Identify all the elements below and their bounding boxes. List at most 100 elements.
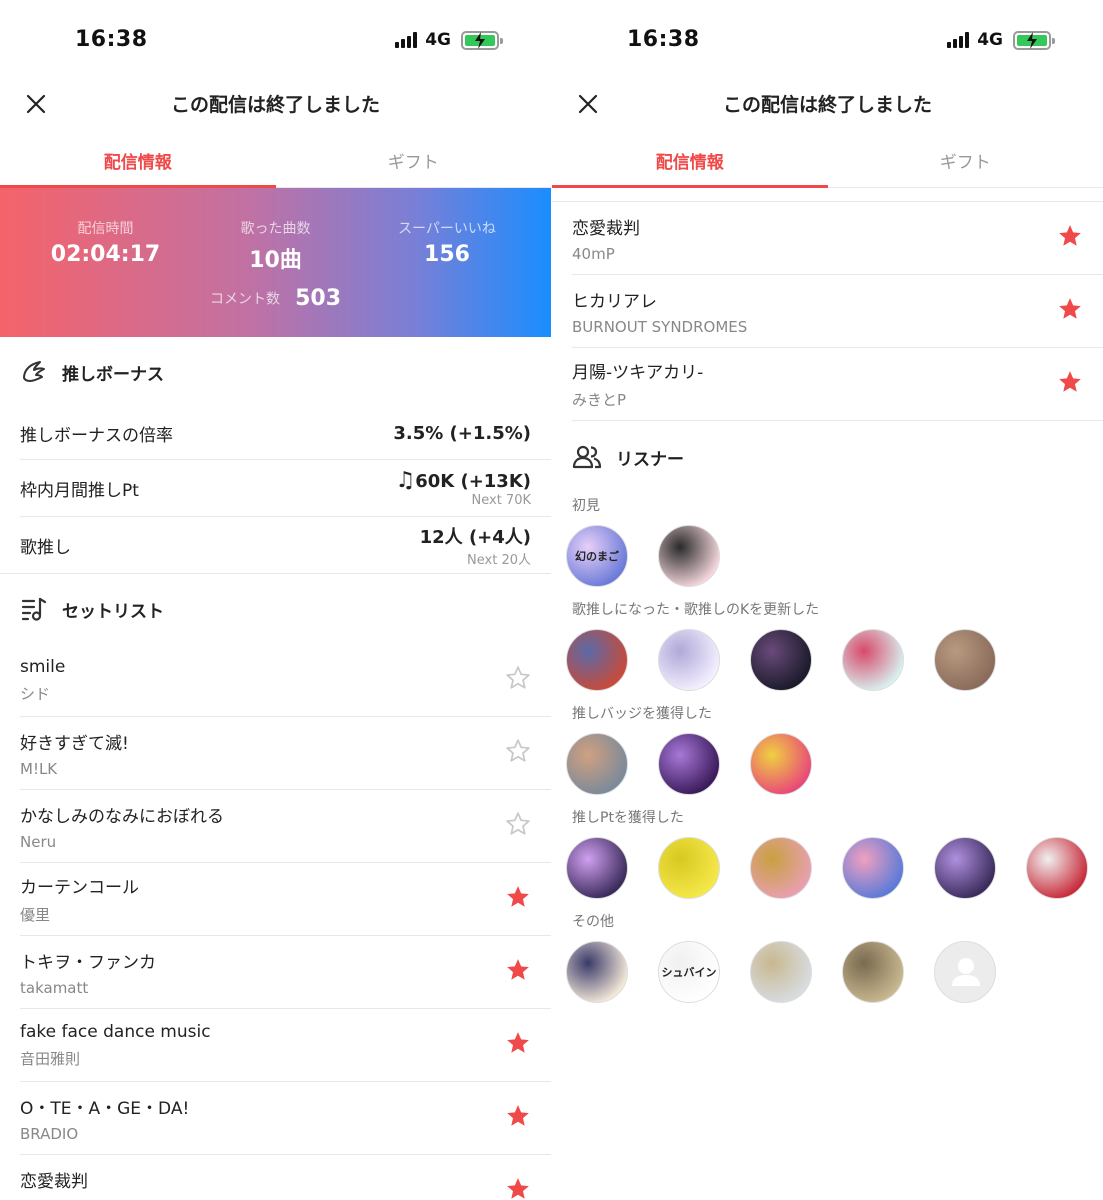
song-row: カーテンコール 優里 (20, 863, 551, 936)
favorite-star-icon[interactable] (505, 738, 531, 768)
stats-banner: 配信時間 02:04:17 歌った曲数 10曲 スーパーいいね 156 コメント… (0, 188, 551, 337)
setlist-section-header: セットリスト (0, 574, 551, 644)
song-artist: Neru (20, 832, 57, 851)
song-title: smile (20, 656, 66, 677)
bonus-rate-row: 推しボーナスの倍率 3.5% (+1.5%) (20, 407, 551, 460)
listener-avatar[interactable] (750, 837, 812, 899)
listener-avatar[interactable] (1026, 837, 1088, 899)
song-info: カーテンコール 優里 (20, 873, 139, 925)
stat-super-likes: スーパーいいね 156 (382, 218, 512, 267)
listener-avatar[interactable] (566, 733, 628, 795)
monthly-pt-value: 60K (+13K) (415, 471, 531, 492)
song-row: トキヲ・ファンカ takamatt (20, 936, 551, 1009)
song-title: かなしみのなみにおぼれる (20, 806, 224, 827)
song-info: 好きすぎて滅! M!LK (20, 729, 129, 778)
listener-avatar[interactable] (566, 837, 628, 899)
listener-avatar[interactable] (658, 525, 720, 587)
tab-stream-info[interactable]: 配信情報 (552, 130, 828, 188)
listener-avatar[interactable] (934, 837, 996, 899)
listener-avatar[interactable] (750, 941, 812, 1003)
stat-duration-value: 02:04:17 (50, 242, 161, 267)
listener-avatar[interactable] (658, 733, 720, 795)
listener-avatar[interactable] (842, 629, 904, 691)
battery-icon (461, 30, 503, 50)
listener-avatar[interactable] (658, 837, 720, 899)
users-icon (572, 445, 602, 469)
bonus-section-title: 推しボーナス (62, 364, 164, 385)
song-artist: 優里 (20, 906, 51, 924)
monthly-pt-value-wrap: ♫60K (+13K) (395, 468, 531, 493)
song-row: かなしみのなみにおぼれる Neru (20, 790, 551, 863)
song-info: smile シド (20, 657, 65, 704)
avatar-row (552, 629, 1103, 691)
stat-duration: 配信時間 02:04:17 (48, 218, 163, 267)
avatar-row (552, 837, 1103, 899)
status-time: 16:38 (627, 27, 700, 52)
listener-avatar[interactable] (658, 629, 720, 691)
song-artist: シド (20, 684, 51, 703)
song-title: fake face dance music (20, 1021, 211, 1042)
avatar-row: シュバイン (552, 941, 1103, 1003)
list-top-divider (552, 188, 1103, 202)
bonus-rate-label: 推しボーナスの倍率 (20, 425, 173, 446)
monthly-pt-row: 枠内月間推しPt ♫60K (+13K) Next 70K (20, 460, 551, 517)
network-type: 4G (977, 30, 1003, 50)
tab-gifts[interactable]: ギフト (828, 130, 1103, 187)
tab-bar: 配信情報 ギフト (552, 130, 1103, 188)
listener-group-label: 推しPtを獲得した (572, 810, 684, 826)
song-title: 月陽-ツキアカリ- (572, 363, 704, 383)
favorite-star-icon[interactable] (1057, 296, 1083, 326)
tab-stream-info[interactable]: 配信情報 (0, 130, 276, 188)
favorite-star-icon[interactable] (505, 1176, 531, 1200)
song-info: 恋愛裁判40mP (20, 1167, 88, 1200)
bonus-rate-value: 3.5% (+1.5%) (393, 422, 531, 444)
listener-avatar[interactable] (934, 941, 996, 1003)
page-title: この配信は終了しました (722, 94, 932, 116)
favorite-star-icon[interactable] (505, 957, 531, 987)
stat-super-likes-label: スーパーいいね (398, 221, 496, 237)
status-time: 16:38 (75, 27, 148, 52)
listener-groups: 初見 幻のまご 歌推しになった・歌推しのKを更新した 推しバッジを獲得した 推しPtを獲… (552, 495, 1103, 1003)
song-artist: takamatt (20, 978, 89, 997)
stat-comments-value: 503 (295, 286, 342, 311)
favorite-star-icon[interactable] (505, 1103, 531, 1133)
monthly-pt-label: 枠内月間推しPt (20, 480, 139, 501)
favorite-star-icon[interactable] (1057, 223, 1083, 253)
stat-songs: 歌った曲数 10曲 (218, 218, 333, 274)
favorite-star-icon[interactable] (505, 665, 531, 695)
listener-avatar[interactable]: シュバイン (658, 941, 720, 1003)
listener-avatar[interactable] (842, 941, 904, 1003)
listener-avatar[interactable] (566, 941, 628, 1003)
song-info: かなしみのなみにおぼれる Neru (20, 802, 224, 851)
favorite-star-icon[interactable] (505, 811, 531, 841)
default-user-icon (952, 958, 980, 986)
header: この配信は終了しました (552, 80, 1103, 130)
song-row: 恋愛裁判 40mP (572, 202, 1103, 275)
signal-icon (395, 32, 418, 48)
favorite-star-icon[interactable] (505, 1030, 531, 1060)
listener-group-label: 歌推しになった・歌推しのKを更新した (572, 602, 820, 618)
signal-icon (947, 32, 970, 48)
favorite-star-icon[interactable] (1057, 369, 1083, 399)
listener-avatar[interactable] (566, 629, 628, 691)
song-info: 月陽-ツキアカリ- みきとP (572, 358, 703, 410)
song-artist: みきとP (572, 391, 627, 409)
listener-avatar[interactable] (750, 733, 812, 795)
listeners-section-header: リスナー (552, 421, 1103, 493)
bonus-section-header: 推しボーナス (0, 337, 551, 407)
song-row: smile シド (20, 644, 551, 717)
listener-avatar[interactable] (934, 629, 996, 691)
listener-avatar[interactable]: 幻のまご (566, 525, 628, 587)
tab-bar: 配信情報 ギフト (0, 130, 551, 188)
listener-avatar[interactable] (750, 629, 812, 691)
wing-icon (23, 361, 45, 382)
listener-avatar[interactable] (842, 837, 904, 899)
tab-gifts[interactable]: ギフト (276, 130, 552, 187)
song-title: トキヲ・ファンカ (20, 952, 156, 973)
stat-comments-label: コメント数 (209, 291, 280, 308)
song-row: O・TE・A・GE・DA! BRADIO (20, 1082, 551, 1155)
favorite-star-icon[interactable] (505, 884, 531, 914)
stat-songs-label: 歌った曲数 (240, 221, 311, 237)
avatar-text: シュバイン (661, 966, 717, 979)
listeners-section-title: リスナー (616, 449, 684, 470)
